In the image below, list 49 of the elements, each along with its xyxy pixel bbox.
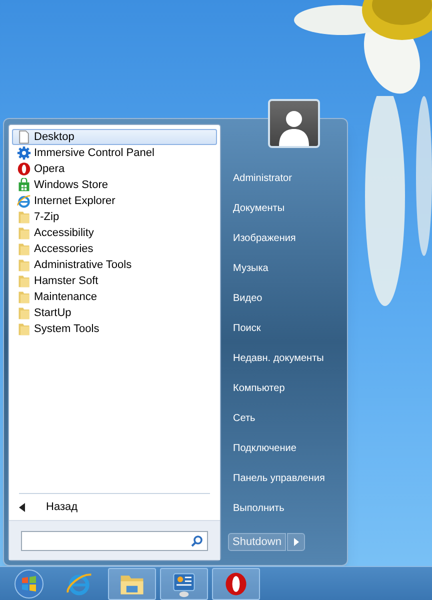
program-item[interactable]: Accessibility xyxy=(12,225,217,241)
folder-icon xyxy=(17,258,31,272)
browser-e-icon xyxy=(17,194,31,208)
program-item[interactable]: Internet Explorer xyxy=(12,193,217,209)
folder-icon xyxy=(17,322,31,336)
menu-link[interactable]: Компьютер xyxy=(228,373,346,403)
menu-link[interactable]: Выполнить xyxy=(228,493,346,523)
windows-orb-icon xyxy=(14,568,44,598)
menu-link[interactable]: Administrator xyxy=(228,163,346,193)
taskbar-button[interactable] xyxy=(108,568,156,600)
program-item[interactable]: Opera xyxy=(12,161,217,177)
folder-icon xyxy=(17,210,31,224)
program-item[interactable]: Maintenance xyxy=(12,289,217,305)
folder-icon xyxy=(17,274,31,288)
menu-link[interactable]: Поиск xyxy=(228,313,346,343)
taskbar-button[interactable] xyxy=(160,568,208,600)
right-triangle-icon xyxy=(294,538,298,546)
document-icon xyxy=(17,130,31,144)
program-item[interactable]: Immersive Control Panel xyxy=(12,145,217,161)
shopping-bag-icon xyxy=(17,178,31,192)
program-item[interactable]: Windows Store xyxy=(12,177,217,193)
folder-icon xyxy=(17,290,31,304)
search-icon xyxy=(191,534,203,546)
menu-link[interactable]: Недавн. документы xyxy=(228,343,346,373)
back-button[interactable]: Назад xyxy=(9,494,220,520)
opera-logo-icon xyxy=(17,162,31,176)
program-item[interactable]: StartUp xyxy=(12,305,217,321)
shutdown-options-button[interactable] xyxy=(287,533,305,551)
gear-icon xyxy=(17,146,31,160)
program-item[interactable]: Administrative Tools xyxy=(12,257,217,273)
folder-icon xyxy=(17,226,31,240)
program-item[interactable]: 7-Zip xyxy=(12,209,217,225)
menu-link[interactable]: Панель управления xyxy=(228,463,346,493)
menu-link[interactable]: Подключение xyxy=(228,433,346,463)
taskbar-button[interactable] xyxy=(212,568,260,600)
program-item[interactable]: Accessories xyxy=(12,241,217,257)
menu-link[interactable]: Сеть xyxy=(228,403,346,433)
person-silhouette-icon xyxy=(277,108,311,146)
folder-icon xyxy=(17,306,31,320)
program-item[interactable]: Hamster Soft xyxy=(12,273,217,289)
menu-link[interactable]: Музыка xyxy=(228,253,346,283)
program-item[interactable]: System Tools xyxy=(12,321,217,337)
program-item[interactable]: Desktop xyxy=(12,129,217,145)
search-field[interactable] xyxy=(21,530,208,550)
menu-link[interactable]: Изображения xyxy=(228,223,346,253)
menu-link[interactable]: Документы xyxy=(228,193,346,223)
folder-icon xyxy=(17,242,31,256)
left-triangle-icon xyxy=(19,502,25,512)
menu-link[interactable]: Видео xyxy=(228,283,346,313)
